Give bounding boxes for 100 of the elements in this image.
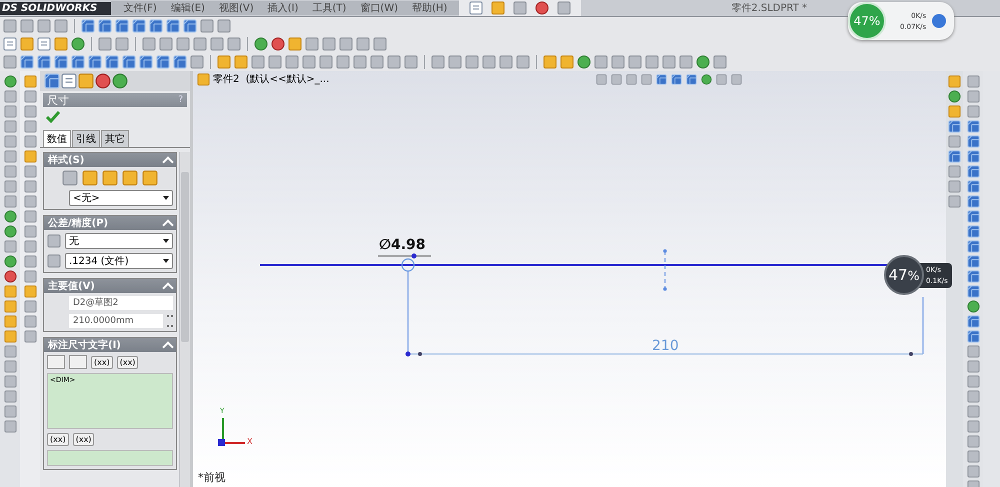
tool-icon[interactable]: [404, 55, 418, 69]
tool-icon[interactable]: [4, 150, 16, 163]
folder-icon[interactable]: [142, 170, 158, 186]
text-button[interactable]: (xx): [72, 433, 94, 446]
tool-icon[interactable]: [966, 75, 980, 88]
tool-icon[interactable]: [24, 195, 36, 208]
dropdown[interactable]: .1234 (文件): [65, 253, 173, 269]
tool-icon[interactable]: [966, 390, 980, 403]
cube-icon[interactable]: [966, 195, 980, 208]
cube-icon[interactable]: [966, 165, 980, 178]
folder-icon[interactable]: [4, 315, 16, 328]
tool-icon[interactable]: [24, 135, 36, 148]
tab[interactable]: 其它: [101, 130, 129, 147]
spin-button[interactable]: [167, 315, 173, 327]
tool-icon[interactable]: [645, 55, 659, 69]
tool-icon[interactable]: [227, 37, 241, 51]
tool-icon[interactable]: [482, 55, 496, 69]
cube-icon[interactable]: [966, 150, 980, 163]
tool-icon[interactable]: [217, 19, 231, 33]
tool-icon[interactable]: [713, 55, 727, 69]
tab[interactable]: 数值: [43, 130, 71, 147]
tool-icon[interactable]: [336, 55, 350, 69]
document-icon[interactable]: [469, 1, 484, 15]
tool-icon[interactable]: [4, 105, 16, 118]
cube-icon[interactable]: [686, 74, 697, 84]
tool-icon[interactable]: [4, 195, 16, 208]
tree-node[interactable]: 零件2 (默认<<默认>_...: [213, 72, 330, 86]
tool-icon[interactable]: [285, 55, 299, 69]
tool-icon[interactable]: [356, 37, 370, 51]
tool-icon[interactable]: [142, 37, 156, 51]
cube-icon[interactable]: [966, 270, 980, 283]
folder-icon[interactable]: [24, 75, 36, 88]
cube-icon[interactable]: [54, 55, 68, 69]
tool-icon[interactable]: [353, 55, 367, 69]
scroll-thumb[interactable]: [181, 172, 189, 342]
tool-icon[interactable]: [24, 120, 36, 133]
tool-icon[interactable]: [322, 37, 336, 51]
folder-icon[interactable]: [102, 170, 118, 186]
cube-icon[interactable]: [105, 55, 119, 69]
cube-icon[interactable]: [966, 315, 980, 328]
tool-icon[interactable]: [628, 55, 642, 69]
cube-icon[interactable]: [966, 180, 980, 193]
folder-icon[interactable]: [543, 55, 557, 69]
tool-icon[interactable]: [190, 55, 204, 69]
tool-icon[interactable]: [115, 37, 129, 51]
cube-icon[interactable]: [948, 120, 961, 133]
cube-icon[interactable]: [139, 55, 153, 69]
shape-icon[interactable]: [271, 37, 285, 51]
tool-icon[interactable]: [210, 37, 224, 51]
shape-icon[interactable]: [4, 210, 16, 223]
tool-icon[interactable]: [24, 270, 36, 283]
tool-icon[interactable]: [662, 55, 676, 69]
cube-icon[interactable]: [88, 55, 102, 69]
tool-icon[interactable]: [24, 165, 36, 178]
tool-icon[interactable]: [200, 19, 214, 33]
shape-icon[interactable]: [254, 37, 268, 51]
tool-icon[interactable]: [159, 37, 173, 51]
tool-icon[interactable]: [966, 465, 980, 478]
tool-icon[interactable]: [948, 165, 961, 178]
tool-icon[interactable]: [319, 55, 333, 69]
tool-icon[interactable]: [4, 375, 16, 388]
tool-icon[interactable]: [966, 360, 980, 373]
text-area[interactable]: [47, 450, 173, 466]
cube-icon[interactable]: [156, 55, 170, 69]
tool-icon[interactable]: [641, 74, 652, 84]
tool-icon[interactable]: [37, 19, 51, 33]
shape-icon[interactable]: [701, 74, 712, 84]
tool-icon[interactable]: [24, 210, 36, 223]
tool-icon[interactable]: [4, 360, 16, 373]
tool-icon[interactable]: [4, 390, 16, 403]
tool-icon[interactable]: [966, 90, 980, 103]
folder-icon[interactable]: [234, 55, 248, 69]
cube-icon[interactable]: [71, 55, 85, 69]
folder-icon[interactable]: [948, 75, 961, 88]
tool-icon[interactable]: [4, 120, 16, 133]
cube-icon[interactable]: [966, 330, 980, 343]
tool-icon[interactable]: [3, 55, 17, 69]
shape-icon[interactable]: [577, 55, 591, 69]
tool-icon[interactable]: [4, 180, 16, 193]
folder-icon[interactable]: [20, 37, 34, 51]
tool-icon[interactable]: [54, 19, 68, 33]
cube-icon[interactable]: [20, 55, 34, 69]
tab[interactable]: 引线: [72, 130, 100, 147]
tool-icon[interactable]: [4, 135, 16, 148]
tool-icon[interactable]: [948, 135, 961, 148]
menu-item[interactable]: 帮助(H): [412, 1, 448, 15]
cube-icon[interactable]: [81, 19, 95, 33]
folder-icon[interactable]: [82, 170, 98, 186]
tool-icon[interactable]: [20, 19, 34, 33]
menu-item[interactable]: 视图(V): [218, 1, 254, 15]
tool-icon[interactable]: [3, 19, 17, 33]
folder-icon[interactable]: [948, 105, 961, 118]
align-button[interactable]: [69, 355, 87, 369]
tool-icon[interactable]: [47, 234, 61, 248]
tool-icon[interactable]: [513, 1, 528, 15]
menu-item[interactable]: 窗口(W): [360, 1, 398, 15]
tool-icon[interactable]: [516, 55, 530, 69]
tool-icon[interactable]: [679, 55, 693, 69]
tool-icon[interactable]: [966, 435, 980, 448]
folder-icon[interactable]: [24, 285, 36, 298]
